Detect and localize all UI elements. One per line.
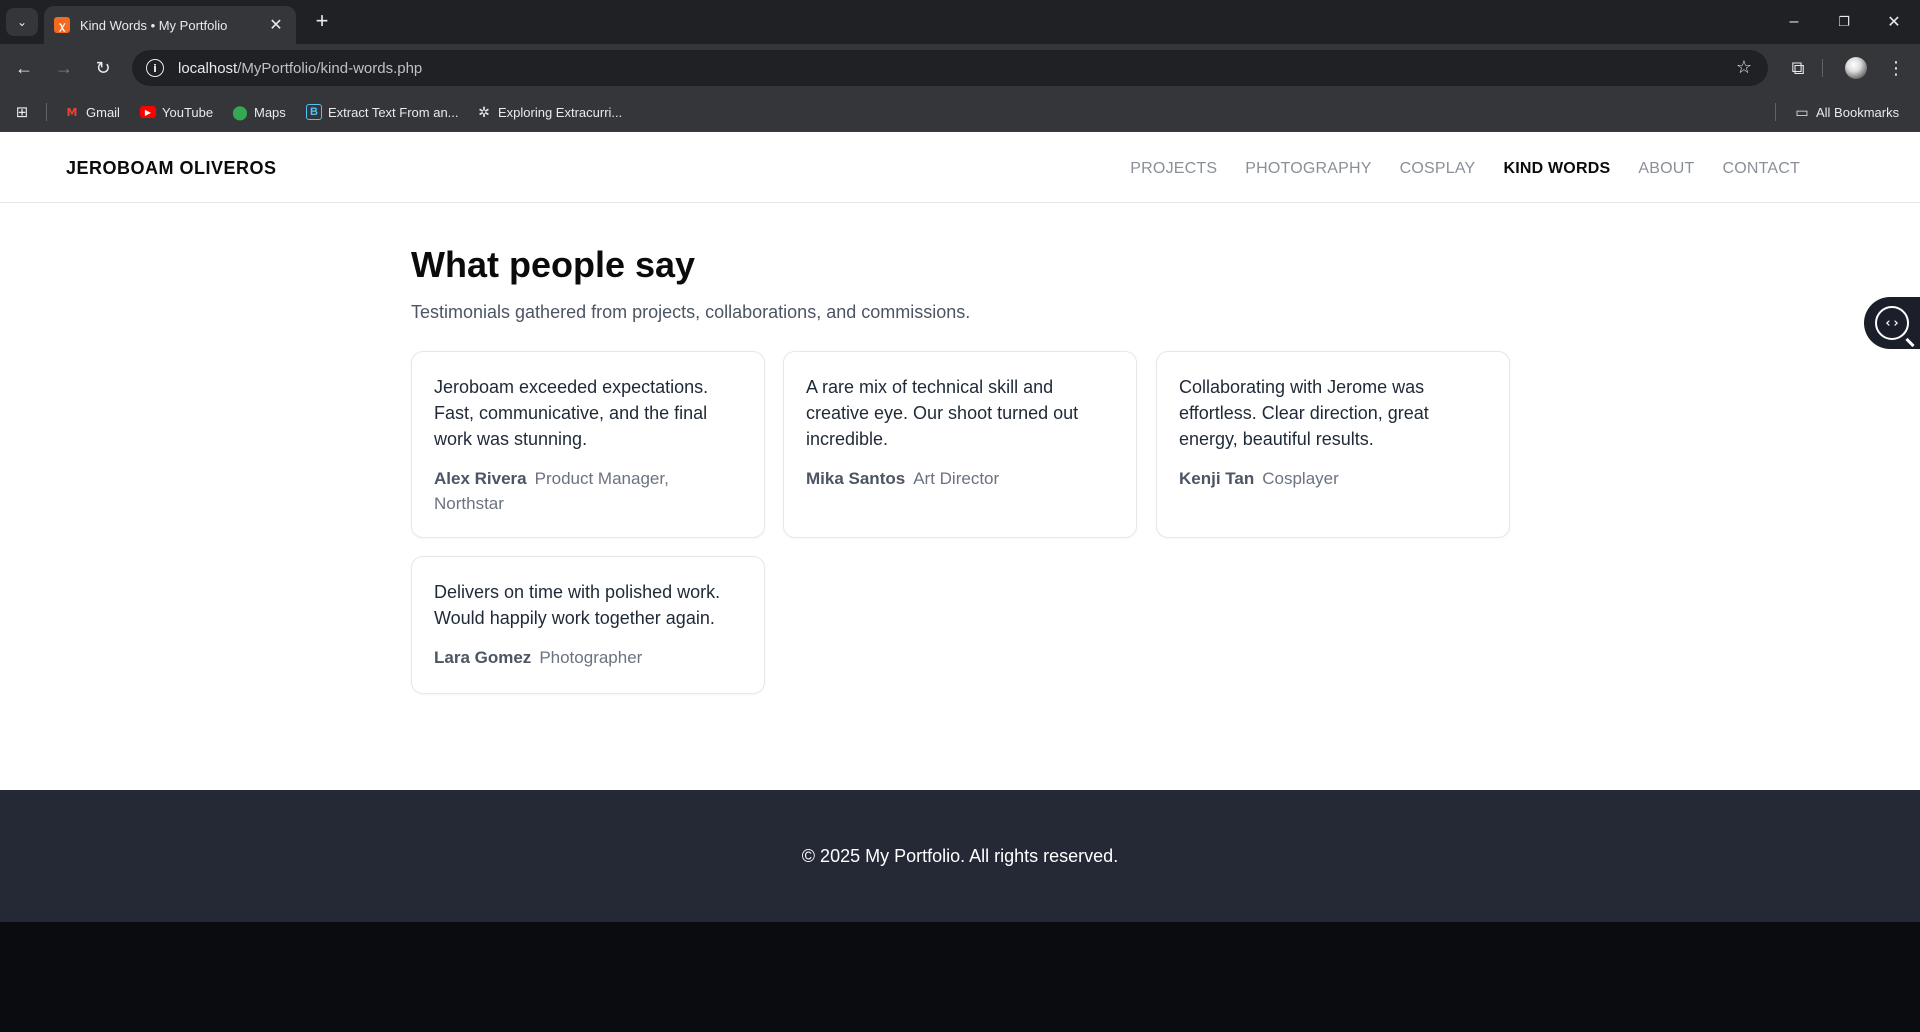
nav-contact[interactable]: CONTACT <box>1722 160 1800 178</box>
all-bookmarks-button[interactable]: ▭ All Bookmarks <box>1794 102 1899 122</box>
bookmark-youtube[interactable]: ▶ YouTube <box>140 102 213 122</box>
tab-title: Kind Words • My Portfolio <box>80 17 228 33</box>
testimonial-byline: Mika Santos Art Director <box>806 466 1114 491</box>
bookmarks-divider-right <box>1775 103 1776 121</box>
site-header: JEROBOAM OLIVEROS PROJECTS PHOTOGRAPHY C… <box>0 132 1920 203</box>
maps-icon: ⬤ <box>232 103 248 120</box>
bookmark-extract-text[interactable]: B Extract Text From an... <box>306 102 459 122</box>
testimonial-quote: A rare mix of technical skill and creati… <box>806 377 1079 449</box>
nav-about[interactable]: ABOUT <box>1638 160 1694 178</box>
web-page: JEROBOAM OLIVEROS PROJECTS PHOTOGRAPHY C… <box>0 132 1920 922</box>
nav-projects[interactable]: PROJECTS <box>1130 160 1217 178</box>
url-text[interactable]: localhost/MyPortfolio/kind-words.php <box>178 60 422 77</box>
testimonial-author: Kenji Tan <box>1179 469 1255 488</box>
site-brand-link[interactable]: JEROBOAM OLIVEROS <box>66 158 277 179</box>
address-bar[interactable]: i localhost/MyPortfolio/kind-words.php ☆ <box>132 50 1768 86</box>
window-close-icon[interactable]: ✕ <box>1878 8 1910 36</box>
code-inspector-widget[interactable]: ‹› <box>1864 297 1920 349</box>
page-title: What people say <box>411 244 696 285</box>
youtube-icon: ▶ <box>140 106 156 118</box>
tab-search-chevron-icon[interactable]: ⌄ <box>6 8 38 36</box>
chatgpt-icon: ✲ <box>478 103 490 120</box>
page-intro: What people say Testimonials gathered fr… <box>411 244 1511 323</box>
browser-toolbar: ← → ↻ i localhost/MyPortfolio/kind-words… <box>0 44 1920 92</box>
forward-arrow-icon[interactable]: → <box>50 54 78 82</box>
toolbar-divider <box>1822 59 1823 77</box>
xampp-icon: ꭓ <box>54 17 70 33</box>
more-menu-icon[interactable]: ⋮ <box>1882 54 1910 82</box>
testimonial-card: Delivers on time with polished work. Wou… <box>411 556 765 694</box>
testimonial-byline: Lara Gomez Photographer <box>434 645 742 670</box>
folder-icon: ▭ <box>1795 103 1809 120</box>
bookmark-label: Extract Text From an... <box>328 104 459 120</box>
bookmark-label: YouTube <box>162 104 214 120</box>
bookmarks-bar: ⊞ M Gmail ▶ YouTube ⬤ Maps B Extract Tex… <box>0 92 1920 132</box>
bookmark-label: Exploring Extracurri... <box>498 104 623 120</box>
testimonial-author: Lara Gomez <box>434 648 532 667</box>
gmail-icon: M <box>66 105 78 119</box>
testimonial-byline: Kenji Tan Cosplayer <box>1179 466 1487 491</box>
testimonial-role: Art Director <box>913 469 1000 488</box>
site-nav: PROJECTS PHOTOGRAPHY COSPLAY KIND WORDS … <box>1130 160 1800 178</box>
testimonial-byline: Alex Rivera Product Manager, Northstar <box>434 466 742 516</box>
nav-photography[interactable]: PHOTOGRAPHY <box>1245 160 1371 178</box>
bookmark-gmail[interactable]: M Gmail <box>64 102 120 122</box>
apps-grid-icon[interactable]: ⊞ <box>12 102 32 122</box>
site-info-icon[interactable]: i <box>146 59 164 77</box>
minimize-icon[interactable]: – <box>1778 8 1810 36</box>
bookmark-star-icon[interactable]: ☆ <box>1736 57 1752 78</box>
testimonial-quote: Jeroboam exceeded expectations. Fast, co… <box>434 377 709 449</box>
new-tab-plus-icon[interactable]: + <box>310 10 334 34</box>
testimonial-quote: Delivers on time with polished work. Wou… <box>434 582 721 628</box>
code-search-icon: ‹› <box>1875 306 1909 340</box>
bookmark-label: Gmail <box>86 104 120 120</box>
bookmark-maps[interactable]: ⬤ Maps <box>232 102 286 122</box>
testimonial-role: Photographer <box>539 648 643 667</box>
site-footer: © 2025 My Portfolio. All rights reserved… <box>0 790 1920 922</box>
browser-tab-bar: ⌄ ꭓ Kind Words • My Portfolio ✕ + – ❐ ✕ <box>0 0 1920 44</box>
close-tab-icon[interactable]: ✕ <box>266 15 286 35</box>
url-path: /MyPortfolio/kind-words.php <box>237 59 423 77</box>
testimonial-card: A rare mix of technical skill and creati… <box>783 351 1137 538</box>
restore-icon[interactable]: ❐ <box>1828 8 1860 36</box>
url-host: localhost <box>178 59 238 77</box>
nav-kind-words[interactable]: KIND WORDS <box>1503 160 1610 178</box>
bookmark-exploring[interactable]: ✲ Exploring Extracurri... <box>476 102 622 122</box>
nav-cosplay[interactable]: COSPLAY <box>1400 160 1476 178</box>
extensions-puzzle-icon[interactable]: ⧉ <box>1784 54 1812 82</box>
testimonial-card: Jeroboam exceeded expectations. Fast, co… <box>411 351 765 538</box>
testimonial-card: Collaborating with Jerome was effortless… <box>1156 351 1510 538</box>
testimonial-author: Mika Santos <box>806 469 906 488</box>
back-arrow-icon[interactable]: ← <box>10 54 38 82</box>
profile-avatar[interactable] <box>1845 57 1867 79</box>
testimonial-role: Cosplayer <box>1262 469 1339 488</box>
all-bookmarks-label: All Bookmarks <box>1816 104 1900 120</box>
page-subtitle: Testimonials gathered from projects, col… <box>411 302 971 322</box>
browser-tab-active[interactable]: ꭓ Kind Words • My Portfolio ✕ <box>44 6 296 44</box>
reload-icon[interactable]: ↻ <box>89 54 117 82</box>
bookmarks-divider <box>46 103 47 121</box>
extract-text-icon: B <box>306 104 322 120</box>
footer-copyright: © 2025 My Portfolio. All rights reserved… <box>801 845 1119 866</box>
testimonial-quote: Collaborating with Jerome was effortless… <box>1179 377 1429 449</box>
page-bottom-background <box>0 922 1920 1032</box>
testimonial-author: Alex Rivera <box>434 469 527 488</box>
bookmark-label: Maps <box>254 104 286 120</box>
